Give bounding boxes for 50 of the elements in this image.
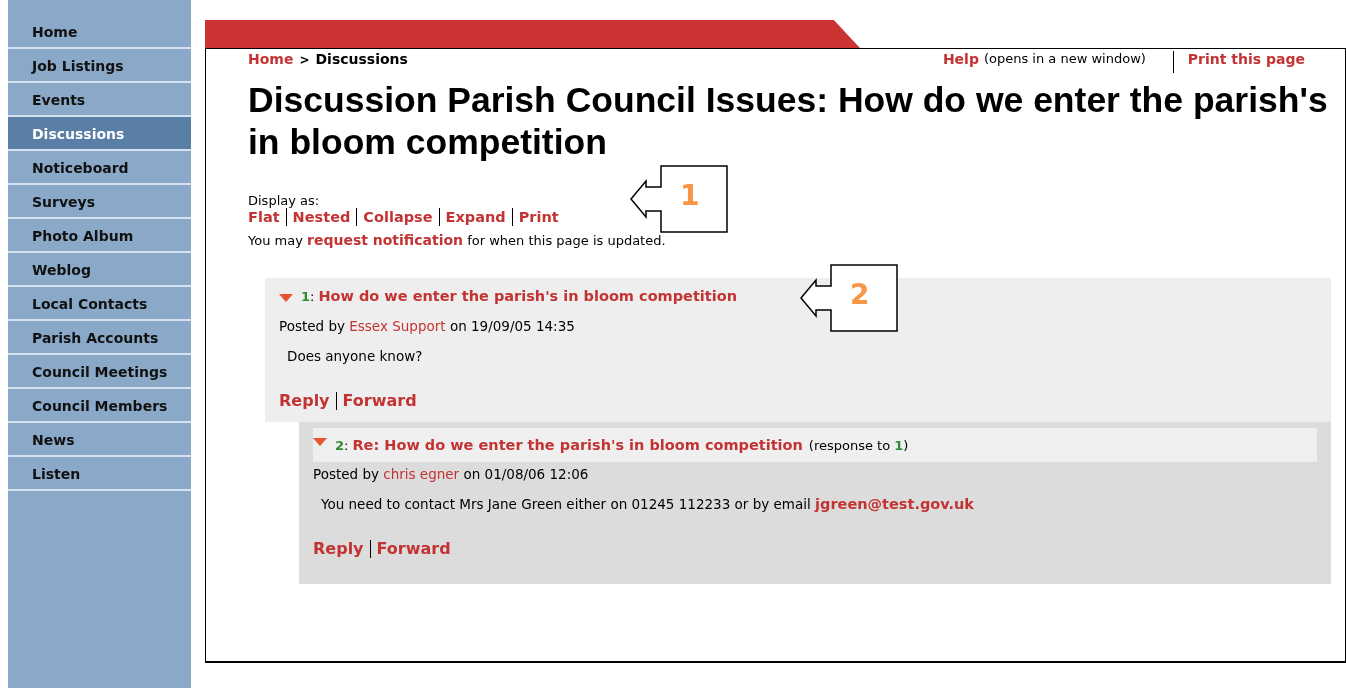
- sidebar-item[interactable]: Home: [8, 15, 191, 49]
- post-action-link[interactable]: Forward: [369, 540, 457, 558]
- post-body: You need to contact Mrs Jane Green either on 01245 112233 or by email jgreen@test.gov.uk: [321, 496, 975, 512]
- breadcrumb-link[interactable]: Home: [248, 51, 294, 67]
- author-link[interactable]: chris egner: [383, 466, 460, 482]
- response-note: (response to 1): [808, 437, 909, 453]
- sidebar-item[interactable]: Council Members: [8, 389, 191, 423]
- expand-toggle-icon[interactable]: [279, 294, 293, 302]
- sidebar-item[interactable]: Listen: [8, 457, 191, 491]
- sidebar-item[interactable]: News: [8, 423, 191, 457]
- display-option-link[interactable]: Nested: [285, 208, 357, 226]
- breadcrumb-current: Discussions: [315, 51, 408, 67]
- sidebar-item[interactable]: Photo Album: [8, 219, 191, 253]
- sidebar-item[interactable]: Surveys: [8, 185, 191, 219]
- help-note: (opens in a new window): [983, 51, 1174, 73]
- post-byline: Posted by chris egner on 01/08/06 12:06: [313, 466, 590, 482]
- post-byline: Posted by Essex Support on 19/09/05 14:35: [279, 318, 576, 334]
- display-as-label: Display as:: [248, 193, 320, 208]
- display-option-link[interactable]: Flat: [248, 208, 286, 226]
- breadcrumb-separator: >: [299, 53, 310, 67]
- expand-toggle-icon[interactable]: [313, 438, 327, 446]
- display-option-link[interactable]: Expand: [438, 208, 512, 226]
- author-link[interactable]: Essex Support: [349, 318, 446, 334]
- notification-text: You may request notification for when this page is updated.: [248, 232, 666, 248]
- post-number-colon: :: [310, 289, 315, 304]
- post-action-link[interactable]: Reply: [313, 540, 370, 558]
- post-body: Does anyone know?: [287, 348, 424, 364]
- sidebar-item[interactable]: Weblog: [8, 253, 191, 287]
- sidebar-item[interactable]: Job Listings: [8, 49, 191, 83]
- post-action-link[interactable]: Forward: [335, 392, 423, 410]
- callout-number: 1: [680, 179, 700, 213]
- display-option-link[interactable]: Print: [511, 208, 565, 226]
- print-link[interactable]: Print this page: [1187, 51, 1305, 67]
- sidebar-item[interactable]: Local Contacts: [8, 287, 191, 321]
- help-link[interactable]: Help: [942, 51, 979, 67]
- post-title-link[interactable]: How do we enter the parish's in bloom competition: [318, 288, 737, 304]
- post-title-link[interactable]: Re: How do we enter the parish's in bloom competition: [352, 437, 803, 453]
- post-number-colon: :: [344, 437, 349, 453]
- email-link[interactable]: jgreen@test.gov.uk: [815, 496, 974, 512]
- post-action-link[interactable]: Reply: [279, 392, 336, 410]
- display-option-link[interactable]: Collapse: [356, 208, 439, 226]
- sidebar-item[interactable]: Council Meetings: [8, 355, 191, 389]
- sidebar-item[interactable]: Discussions: [8, 117, 191, 151]
- sidebar-item[interactable]: Parish Accounts: [8, 321, 191, 355]
- post-number: 2: [335, 437, 345, 453]
- sidebar-item[interactable]: Noticeboard: [8, 151, 191, 185]
- response-number: 1: [894, 437, 904, 453]
- callout-number: 2: [850, 278, 870, 312]
- notification-link[interactable]: request notification: [307, 232, 464, 248]
- page-title: Discussion Parish Council Issues: How do we enter the parish's in bloom competition: [248, 79, 1329, 163]
